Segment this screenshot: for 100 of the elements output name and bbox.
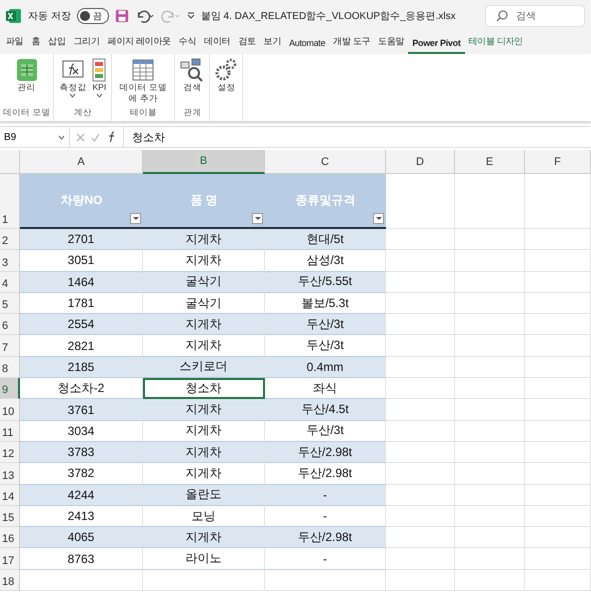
menu-tab[interactable]: 삽입 (44, 35, 70, 54)
ribbon-button[interactable]: 관리 (14, 56, 40, 107)
empty-cell (455, 570, 525, 592)
ribbon-button[interactable]: KPI (90, 56, 108, 107)
filter-dropdown[interactable] (130, 213, 141, 224)
search-field[interactable]: 검색 (485, 5, 585, 27)
table-cell: 지게차 (143, 250, 265, 272)
table-cell: 지게차 (143, 229, 265, 250)
kpi-icon (92, 58, 106, 82)
table-cell: 8763 (20, 548, 143, 570)
table-cell: 지게차 (143, 420, 265, 442)
column-header[interactable]: B (143, 150, 265, 174)
row-header[interactable]: 14 (0, 484, 20, 506)
row-header[interactable]: 15 (0, 506, 20, 528)
empty-cell (455, 442, 525, 464)
table-cell: 두산/4.5t (265, 399, 386, 421)
column-header[interactable]: A (20, 150, 143, 174)
table-cell: 모닝 (143, 506, 265, 528)
empty-cell (525, 548, 591, 570)
menu-tab[interactable]: 파일 (2, 35, 28, 54)
table-cell: 현대/5t (265, 229, 386, 250)
customize-caret-icon[interactable] (186, 12, 195, 20)
menu-tab[interactable]: 그리기 (70, 35, 104, 54)
row-header[interactable]: 6 (0, 314, 20, 336)
row-header[interactable]: 4 (0, 272, 20, 293)
table-cell: 굴삭기 (143, 272, 265, 293)
column-header[interactable]: E (455, 150, 525, 174)
table-cell: 2821 (20, 335, 143, 357)
filter-dropdown[interactable] (252, 213, 263, 224)
autosave-label: 자동 저장 (28, 10, 71, 23)
column-header[interactable]: F (525, 150, 591, 174)
excel-logo-icon (6, 8, 22, 24)
group-label: 계산 (74, 107, 92, 119)
table-cell: 지게차 (143, 314, 265, 336)
file-name[interactable]: 붙임 4. DAX_RELATED함수_VLOOKUP함수_응용편.xlsx (200, 9, 456, 23)
name-box[interactable]: B9 (0, 127, 70, 147)
row-header[interactable]: 8 (0, 356, 20, 378)
table-cell: 2554 (20, 314, 143, 336)
menu-tab[interactable]: 수식 (174, 35, 200, 54)
table-cell: - (265, 484, 386, 506)
row-header[interactable]: 1 (0, 174, 20, 229)
row-header[interactable]: 7 (0, 335, 20, 357)
empty-cell (455, 356, 525, 378)
ribbon-button[interactable]: 데이터 모델에 추가 (115, 56, 172, 107)
menu-tab[interactable]: 개발 도구 (329, 35, 374, 54)
table-cell: 두산/3t (265, 314, 386, 336)
table-cell: 3782 (20, 463, 143, 485)
column-header[interactable]: C (265, 150, 386, 174)
table-cell: 지게차 (143, 335, 265, 357)
table-cell: - (265, 506, 386, 528)
row-header[interactable]: 3 (0, 250, 20, 272)
ribbon-button[interactable]: 측정값 (57, 56, 88, 107)
row-header[interactable]: 5 (0, 292, 20, 314)
menu-tab[interactable]: 보기 (260, 35, 286, 54)
menu-tab[interactable]: Automate (285, 38, 330, 54)
table-icon (132, 58, 154, 82)
empty-cell (525, 420, 591, 442)
autosave-toggle[interactable]: 끔 (76, 8, 109, 24)
row-header[interactable]: 17 (0, 548, 20, 570)
row-header[interactable]: 10 (0, 399, 20, 421)
header-label: 품 명 (190, 192, 218, 209)
column-header[interactable]: D (386, 150, 455, 174)
table-cell: 올란도 (143, 484, 265, 506)
row-header[interactable]: 11 (0, 420, 20, 442)
row-header[interactable]: 13 (0, 463, 20, 485)
empty-cell (455, 229, 525, 250)
empty-cell (525, 378, 591, 400)
ribbon-button[interactable]: 검색 (178, 56, 206, 107)
formula-field[interactable]: 청소차 (124, 130, 165, 144)
save-icon[interactable] (114, 9, 129, 23)
table-cell: 3034 (20, 420, 143, 442)
table-cell: 굴삭기 (143, 292, 265, 314)
empty-cell (455, 272, 525, 293)
table-cell: 두산/2.98t (265, 463, 386, 485)
empty-cell (455, 292, 525, 314)
menu-tab[interactable]: 페이지 레이아웃 (104, 35, 175, 54)
table-cell: 2701 (20, 229, 143, 250)
row-header[interactable]: 18 (0, 570, 20, 592)
empty-cell (455, 378, 525, 400)
filter-dropdown[interactable] (373, 213, 384, 224)
table-cell: 2413 (20, 506, 143, 528)
table-cell: 1464 (20, 272, 143, 293)
table-cell: - (265, 548, 386, 570)
empty-cell (455, 250, 525, 272)
menu-tab[interactable]: 도움말 (374, 35, 408, 54)
ribbon-button[interactable]: 설정 (213, 56, 240, 119)
row-header[interactable]: 9 (0, 378, 20, 400)
menu-tab[interactable]: 테이블 디자인 (464, 35, 527, 54)
row-header[interactable]: 12 (0, 442, 20, 464)
menu-tab[interactable]: 데이터 (200, 35, 234, 54)
empty-cell (525, 527, 591, 548)
row-header[interactable]: 2 (0, 229, 20, 250)
menu-tab[interactable]: 검토 (234, 35, 260, 54)
table-cell: 3051 (20, 250, 143, 272)
group-label: 관계 (183, 107, 202, 119)
check-icon[interactable] (90, 132, 100, 142)
table-cell: 4244 (20, 484, 143, 506)
table-cell: 지게차 (143, 399, 265, 421)
menu-tab[interactable]: 홈 (27, 35, 44, 54)
row-header[interactable]: 16 (0, 527, 20, 548)
